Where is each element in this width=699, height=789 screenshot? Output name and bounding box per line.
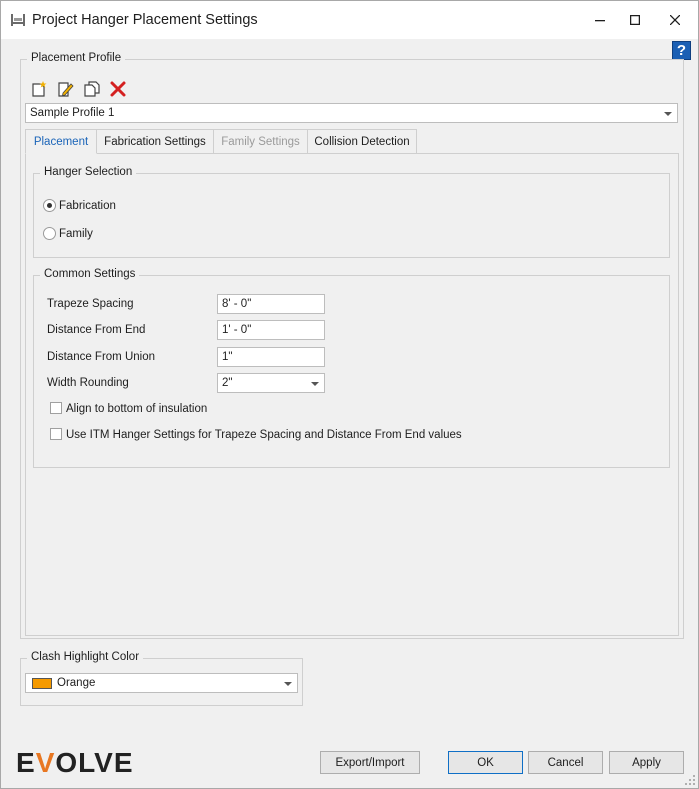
use-itm-hanger-settings-label: Use ITM Hanger Settings for Trapeze Spac… [66, 429, 462, 441]
radio-family-label: Family [59, 228, 93, 240]
close-button[interactable] [654, 1, 696, 39]
logo-text-pre: E [16, 747, 36, 778]
width-rounding-label: Width Rounding [47, 377, 129, 389]
chevron-down-icon [311, 382, 319, 386]
radio-fabrication[interactable] [43, 199, 56, 212]
evolve-logo: EVOLVE [16, 747, 134, 779]
hanger-selection-label: Hanger Selection [40, 166, 137, 178]
logo-text-post: OLVE [55, 747, 134, 778]
chevron-down-icon [664, 112, 672, 116]
distance-from-end-label: Distance From End [47, 324, 146, 336]
radio-fabrication-label: Fabrication [59, 200, 116, 212]
clash-color-select[interactable]: Orange [25, 673, 298, 693]
minimize-icon [595, 20, 605, 22]
tab-family-settings: Family Settings [213, 129, 308, 154]
close-icon [670, 15, 680, 25]
hanger-app-icon [11, 14, 25, 26]
new-profile-icon[interactable] [30, 80, 48, 98]
logo-text-accent: V [35, 747, 56, 778]
distance-from-union-input[interactable]: 1" [217, 347, 325, 367]
color-swatch [32, 678, 52, 689]
clash-highlight-label: Clash Highlight Color [27, 651, 144, 663]
placement-profile-label: Placement Profile [27, 52, 126, 64]
hanger-selection-group [33, 173, 670, 258]
use-itm-hanger-settings-checkbox[interactable] [50, 428, 62, 440]
ok-button[interactable]: OK [448, 751, 523, 774]
radio-family[interactable] [43, 227, 56, 240]
align-bottom-insulation-checkbox[interactable] [50, 402, 62, 414]
apply-button[interactable]: Apply [609, 751, 684, 774]
tab-placement[interactable]: Placement [25, 129, 97, 154]
width-rounding-select[interactable]: 2" [217, 373, 325, 393]
profile-select[interactable]: Sample Profile 1 [25, 103, 678, 123]
resize-grip-icon[interactable] [684, 774, 696, 786]
delete-profile-icon[interactable] [109, 80, 127, 98]
dialog-window: Project Hanger Placement Settings ? Plac… [0, 0, 699, 789]
tab-collision-detection[interactable]: Collision Detection [307, 129, 417, 154]
chevron-down-icon [284, 682, 292, 686]
window-title: Project Hanger Placement Settings [32, 12, 258, 28]
distance-from-union-label: Distance From Union [47, 351, 156, 363]
edit-profile-icon[interactable] [56, 80, 74, 98]
trapeze-spacing-label: Trapeze Spacing [47, 298, 134, 310]
align-bottom-insulation-label: Align to bottom of insulation [66, 403, 208, 415]
title-bar: Project Hanger Placement Settings [1, 1, 698, 39]
maximize-icon [630, 15, 640, 25]
cancel-button[interactable]: Cancel [528, 751, 603, 774]
common-settings-label: Common Settings [40, 268, 140, 280]
maximize-button[interactable] [614, 1, 656, 39]
clash-color-value: Orange [57, 677, 96, 689]
help-button[interactable]: ? [672, 41, 691, 60]
distance-from-end-input[interactable]: 1' - 0" [217, 320, 325, 340]
copy-profile-icon[interactable] [83, 80, 101, 98]
trapeze-spacing-input[interactable]: 8' - 0" [217, 294, 325, 314]
export-import-button[interactable]: Export/Import [320, 751, 420, 774]
tab-fabrication-settings[interactable]: Fabrication Settings [96, 129, 214, 154]
profile-select-value: Sample Profile 1 [30, 107, 115, 119]
width-rounding-value: 2" [222, 377, 233, 389]
